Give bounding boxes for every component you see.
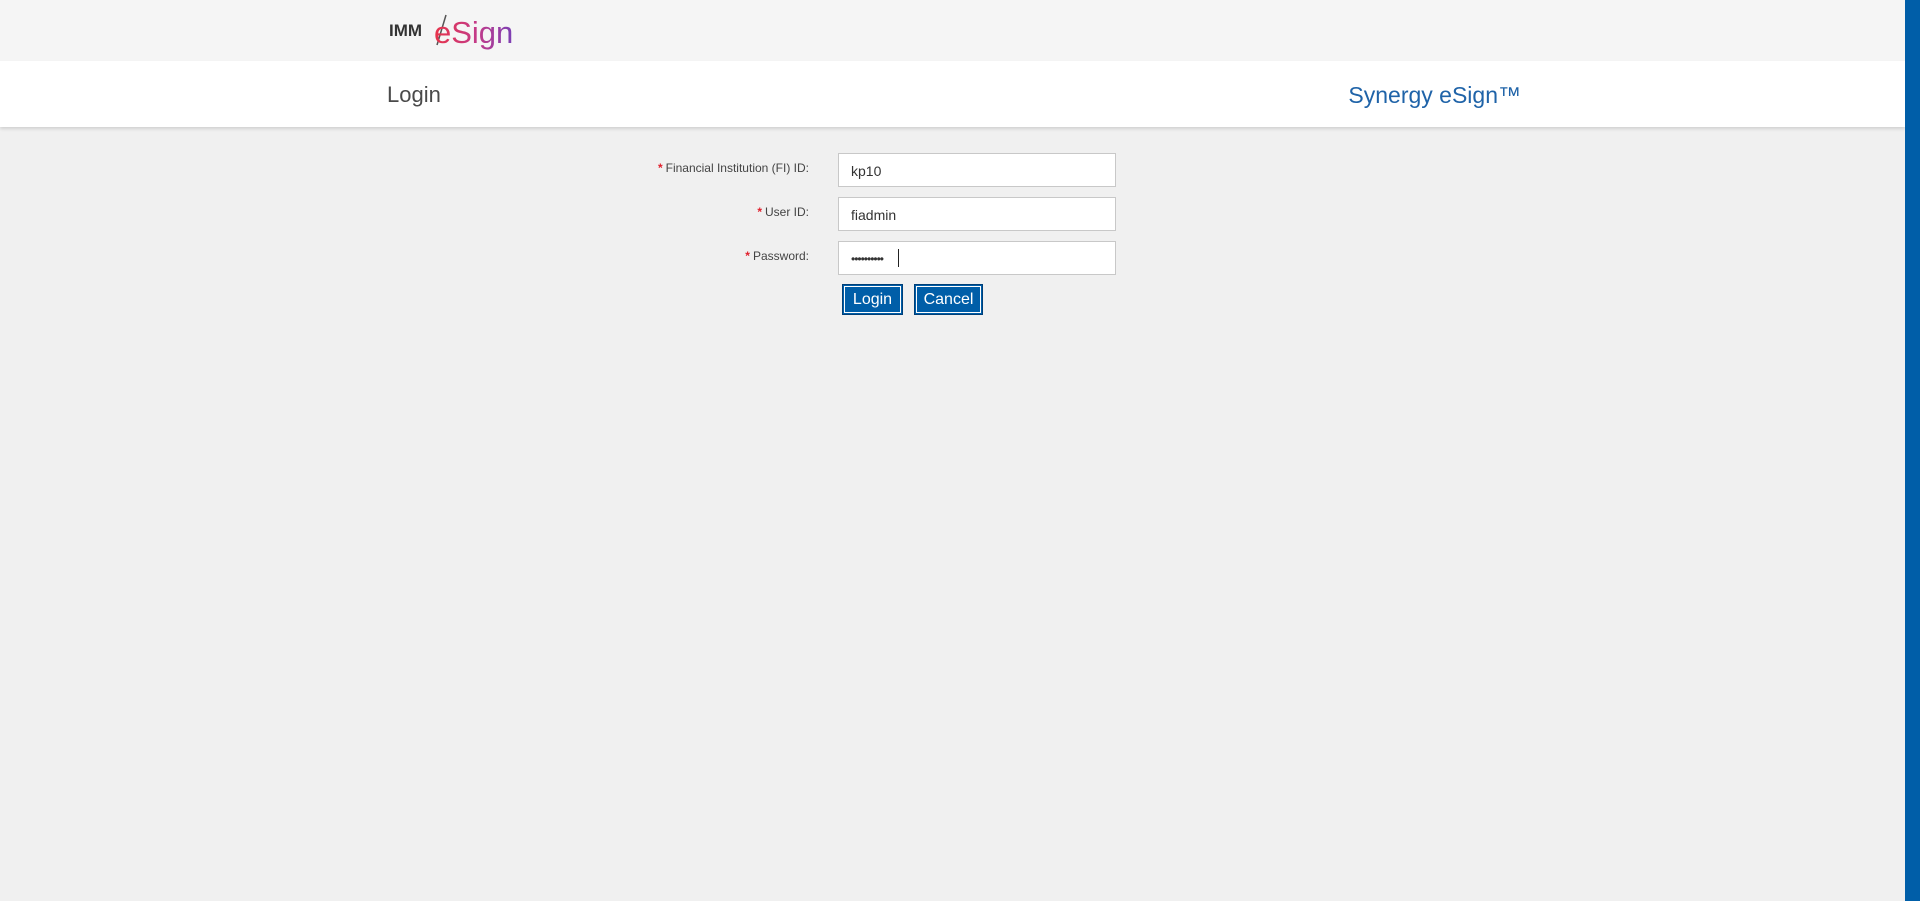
user-id-input[interactable] (838, 197, 1116, 231)
fi-id-input[interactable] (838, 153, 1116, 187)
required-marker: * (757, 205, 762, 219)
password-masked-value: •••••••••• (851, 252, 884, 266)
required-marker: * (745, 249, 750, 263)
top-bar: IMM eSign (0, 0, 1905, 61)
fi-id-row: * Financial Institution (FI) ID: (0, 153, 1905, 187)
user-id-label-text: User ID: (764, 205, 809, 219)
user-id-row: * User ID: (0, 197, 1905, 231)
imm-esign-logo: IMM eSign (389, 12, 521, 52)
product-name: Synergy eSign™ (1348, 82, 1521, 108)
password-label: * Password: (745, 249, 809, 263)
fi-id-label: * Financial Institution (FI) ID: (658, 161, 809, 175)
login-button[interactable]: Login (842, 284, 903, 315)
password-row: * Password: •••••••••• (0, 241, 1905, 275)
password-input[interactable]: •••••••••• (838, 241, 1116, 275)
page-title: Login (387, 82, 441, 107)
fi-id-label-text: Financial Institution (FI) ID: (665, 161, 809, 175)
required-marker: * (657, 161, 663, 175)
logo-prefix: IMM (389, 21, 422, 40)
right-edge-bar (1905, 0, 1920, 901)
password-label-text: Password: (752, 249, 809, 263)
user-id-label: * User ID: (757, 205, 809, 219)
logo-main: eSign (434, 15, 513, 50)
text-cursor (898, 249, 899, 267)
logo-graphic: IMM eSign (389, 14, 513, 50)
cancel-button[interactable]: Cancel (914, 284, 983, 315)
page-header: Login Synergy eSign™ (0, 61, 1905, 127)
